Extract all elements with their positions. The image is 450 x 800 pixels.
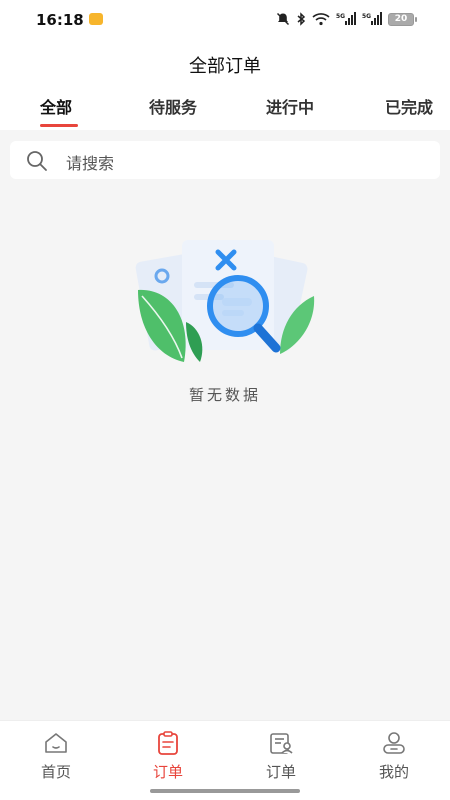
5g-signal-icon: 5G	[362, 12, 382, 25]
svg-text:5G: 5G	[362, 13, 371, 20]
empty-state-message: 暂无数据	[188, 386, 261, 404]
tab-pending-service[interactable]: 待服务	[149, 94, 197, 118]
header: 全部订单 全部 待服务 进行中 已完成	[0, 40, 450, 130]
tabbar-item-mine[interactable]: 我的	[354, 731, 434, 782]
status-time: 16:18	[36, 11, 84, 29]
mute-bell-icon	[276, 12, 290, 26]
order-list-icon	[270, 733, 293, 754]
home-indicator[interactable]	[150, 789, 300, 793]
tabbar-label: 订单	[152, 763, 183, 781]
tabbar-label: 首页	[40, 763, 71, 781]
clipboard-icon	[158, 731, 178, 755]
search-input[interactable]: 请搜索	[10, 141, 440, 179]
svg-text:5G: 5G	[336, 13, 345, 20]
user-icon	[383, 732, 405, 754]
search-placeholder: 请搜索	[66, 154, 115, 173]
tabbar-item-order-list[interactable]: 订单	[241, 731, 321, 782]
battery-icon: 20	[388, 12, 417, 26]
tab-all[interactable]: 全部	[40, 94, 72, 118]
wifi-icon	[312, 13, 330, 26]
tabbar-item-orders[interactable]: 订单	[128, 731, 208, 782]
home-icon	[45, 733, 67, 753]
bottom-tabbar: 首页 订单 订单 我的	[0, 720, 450, 800]
tabbar-label: 订单	[265, 763, 296, 781]
active-tab-indicator	[40, 124, 78, 127]
tabbar-item-home[interactable]: 首页	[16, 731, 96, 782]
empty-search-illustration	[135, 240, 315, 362]
notification-icon	[89, 13, 103, 25]
search-icon	[27, 151, 47, 171]
tab-in-progress[interactable]: 进行中	[266, 94, 314, 118]
5g-signal-icon: 5G	[336, 12, 356, 25]
page-title: 全部订单	[189, 56, 261, 77]
status-bar: 16:18 5G 5G 20	[0, 0, 450, 40]
bluetooth-icon	[297, 12, 306, 26]
tabbar-label: 我的	[378, 763, 409, 781]
tab-completed[interactable]: 已完成	[385, 94, 433, 118]
status-icons: 5G 5G 20	[276, 12, 417, 26]
order-tabs: 全部 待服务 进行中 已完成	[0, 94, 450, 130]
